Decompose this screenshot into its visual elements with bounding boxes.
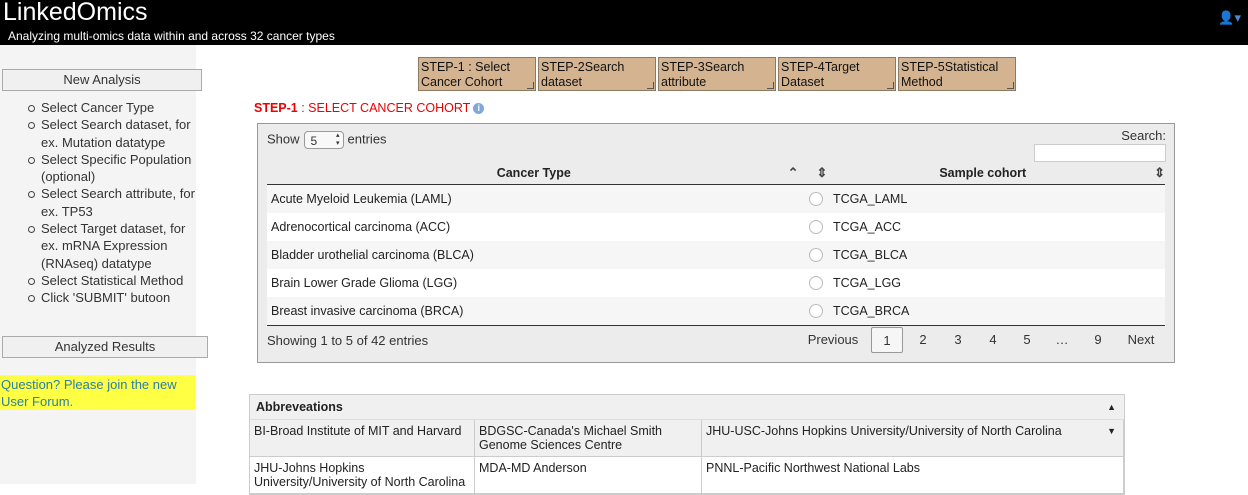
sort-icon: ▲ ▼ [1107,402,1116,436]
abbrev-cell: JHU-USC-Johns Hopkins University/Univers… [701,420,1124,457]
column-header-cancer-type[interactable]: Cancer Type ⌃ [267,162,801,185]
entries-control: Show5entries [267,131,387,149]
step1-heading: STEP-1 : SELECT CANCER COHORT i [254,101,485,115]
tab-step-3[interactable]: STEP-3Search attribute [658,57,776,91]
cancer-type-cell: Adrenocortical carcinoma (ACC) [267,213,801,241]
analyzed-results-button[interactable]: Analyzed Results [2,336,208,358]
cohort-cell: TCGA_LGG [800,269,1165,297]
forum-link[interactable]: Question? Please join the new User Forum… [0,375,195,410]
sort-icon: ⇕ [1154,165,1165,180]
column-label: Sample cohort [939,166,1027,180]
table-row: BI-Broad Institute of MIT and Harvard BD… [250,420,1124,457]
page-button-4[interactable]: 4 [979,327,1007,353]
page-button-9[interactable]: 9 [1084,327,1112,353]
show-label: Show [267,131,300,147]
cohort-radio[interactable] [808,276,823,291]
previous-button[interactable]: Previous [803,327,863,353]
search-input[interactable] [1034,144,1166,162]
page-button-5[interactable]: 5 [1013,327,1041,353]
abbrev-cell: BDGSC-Canada's Michael Smith Genome Scie… [474,420,702,457]
page-ellipsis: … [1055,332,1069,347]
column-header-sample-cohort[interactable]: ⇕ Sample cohort ⇕ [800,162,1165,185]
cohort-radio[interactable] [808,192,823,207]
step-item: Select Search attribute, for ex. TP53 [25,185,197,220]
tab-step-5[interactable]: STEP-5Statistical Method [898,57,1016,91]
abbrev-cell: MDA-MD Anderson [474,456,702,494]
step-item: Select Cancer Type [25,99,197,116]
column-label: Cancer Type [496,166,571,180]
cohort-cell: TCGA_BLCA [800,241,1165,269]
table-row[interactable]: Adrenocortical carcinoma (ACC) TCGA_ACC [267,213,1165,241]
step-item: Click 'SUBMIT' butoon [25,289,197,306]
info-icon[interactable]: i [473,103,485,114]
entries-label: entries [347,131,387,147]
table-row[interactable]: Bladder urothelial carcinoma (BLCA) TCGA… [267,241,1165,269]
next-button[interactable]: Next [1121,327,1161,353]
table-row[interactable]: Acute Myeloid Leukemia (LAML) TCGA_LAML [267,184,1165,213]
abbreviations-panel: Abbreveations ▲ ▼ BI-Broad Institute of M… [249,394,1125,495]
abbreviations-header[interactable]: Abbreveations ▲ ▼ [250,395,1124,436]
step-list: Select Cancer Type Select Search dataset… [25,99,197,307]
table-header-row: Cancer Type ⌃ ⇕ Sample cohort ⇕ [267,162,1165,185]
tab-step-4[interactable]: STEP-4Target Dataset [778,57,896,91]
cohort-table: Cancer Type ⌃ ⇕ Sample cohort ⇕ Acute My… [267,162,1165,326]
cancer-type-cell: Breast invasive carcinoma (BRCA) [267,297,801,326]
table-info: Showing 1 to 5 of 42 entries [267,333,429,348]
entries-select[interactable]: 5 [303,131,344,149]
sort-icon: ⇕ [816,165,828,180]
page-button-2[interactable]: 2 [909,327,937,353]
step-item: Select Specific Population (optional) [25,151,197,186]
abbrev-cell: JHU-Johns Hopkins University/University … [250,456,475,494]
cohort-table-panel: Show5entries Search: Cancer Type ⌃ ⇕ Sam… [257,123,1175,363]
table-row[interactable]: Breast invasive carcinoma (BRCA) TCGA_BR… [267,297,1165,326]
new-analysis-button[interactable]: New Analysis [2,69,202,91]
cohort-cell: TCGA_BRCA [800,297,1165,326]
app-subtitle: Analyzing multi-omics data within and ac… [8,29,335,43]
cohort-cell: TCGA_ACC [800,213,1165,241]
cohort-radio[interactable] [808,304,823,319]
page-button-3[interactable]: 3 [944,327,972,353]
cancer-type-cell: Brain Lower Grade Glioma (LGG) [267,269,801,297]
step1-label: : SELECT CANCER COHORT [297,101,471,115]
sidebar: New Analysis Select Cancer Type Select S… [0,45,208,484]
step1-prefix: STEP-1 [254,101,298,115]
sort-asc-icon: ⌃ [787,165,799,180]
search-label: Search: [1121,128,1166,143]
step-item: Select Target dataset, for ex. mRNA Expr… [25,220,197,272]
cohort-label: TCGA_LAML [832,191,908,206]
cancer-type-cell: Acute Myeloid Leukemia (LAML) [267,184,801,213]
tab-step-2[interactable]: STEP-2Search dataset [538,57,656,91]
cohort-radio[interactable] [808,248,823,263]
abbrev-cell: PNNL-Pacific Northwest National Labs [701,456,1124,494]
cohort-cell: TCGA_LAML [800,184,1165,213]
tab-step-1[interactable]: STEP-1 : Select Cancer Cohort [418,57,536,91]
app-title[interactable]: LinkedOmics [3,0,148,27]
cohort-label: TCGA_BLCA [832,247,908,262]
step-item: Select Statistical Method [25,272,197,289]
top-header: LinkedOmics Analyzing multi-omics data w… [0,0,1248,45]
table-row: JHU-Johns Hopkins University/University … [250,456,1124,494]
abbreviations-title: Abbreveations [256,400,343,414]
table-row[interactable]: Brain Lower Grade Glioma (LGG) TCGA_LGG [267,269,1165,297]
cohort-label: TCGA_ACC [832,219,902,234]
cohort-label: TCGA_BRCA [832,303,910,318]
abbreviations-table: BI-Broad Institute of MIT and Harvard BD… [250,420,1124,494]
cohort-label: TCGA_LGG [832,275,902,290]
cancer-type-cell: Bladder urothelial carcinoma (BLCA) [267,241,801,269]
cohort-radio[interactable] [808,220,823,235]
abbrev-cell: BI-Broad Institute of MIT and Harvard [250,420,475,457]
step-item: Select Search dataset, for ex. Mutation … [25,116,197,151]
user-icon[interactable]: 👤▾ [1218,10,1241,26]
page-button-1[interactable]: 1 [871,327,903,353]
